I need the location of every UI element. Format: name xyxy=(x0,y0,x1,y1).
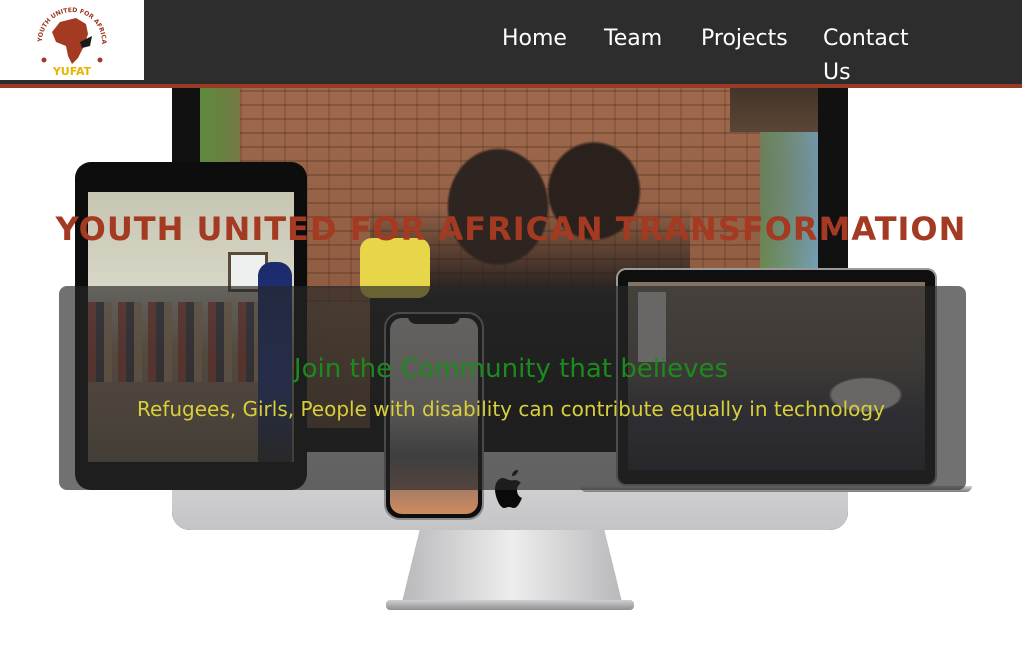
svg-text:YUFAT: YUFAT xyxy=(52,65,92,78)
hero-section: YOUTH UNITED FOR AFRICAN TRANSFORMATION … xyxy=(0,0,1022,650)
header-accent-line xyxy=(0,84,1022,88)
hero-title: YOUTH UNITED FOR AFRICAN TRANSFORMATION xyxy=(55,210,967,248)
site-logo[interactable]: YOUTH UNITED FOR AFRICAN TRANSFORMATION … xyxy=(0,0,144,80)
nav-team[interactable]: Team xyxy=(604,22,662,56)
imac-stand xyxy=(402,530,622,602)
hero-subtagline: Refugees, Girls, People with disability … xyxy=(137,397,885,421)
imac-base xyxy=(386,600,634,610)
yufat-logo-icon: YOUTH UNITED FOR AFRICAN TRANSFORMATION … xyxy=(30,2,107,78)
hero-overlay-panel xyxy=(59,286,966,490)
hero-tagline: Join the Community that believes xyxy=(293,354,729,384)
nav-projects[interactable]: Projects xyxy=(701,22,788,56)
site-header: YOUTH UNITED FOR AFRICAN TRANSFORMATION … xyxy=(0,0,1022,85)
nav-home[interactable]: Home xyxy=(502,22,567,56)
nav-contact-us[interactable]: Contact Us xyxy=(823,22,942,90)
